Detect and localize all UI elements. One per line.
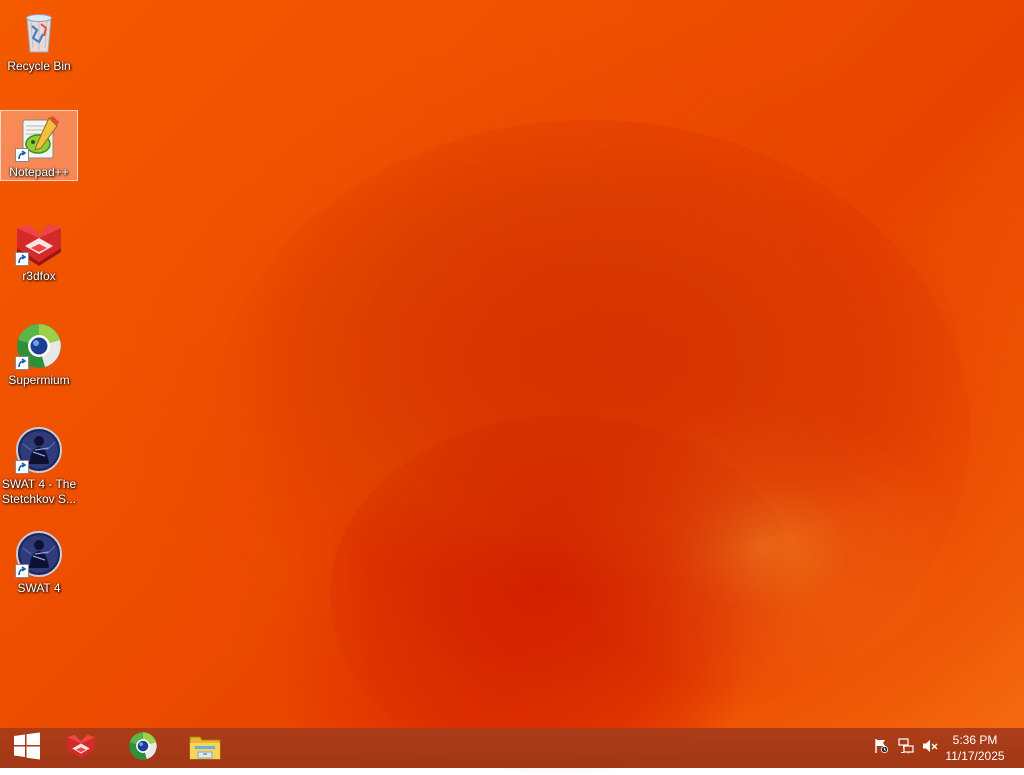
desktop-icon-supermium[interactable]: Supermium [0,318,78,389]
shortcut-arrow-icon [15,460,29,474]
network-button[interactable] [897,737,915,759]
desktop-icon-notepadpp[interactable]: Notepad++ [0,110,78,181]
desktop-icon-swat4[interactable]: SWAT 4 [0,526,78,597]
desktop-icon-label: SWAT 4 - The Stetchkov S... [1,477,77,506]
desktop-icon-label: Notepad++ [9,165,69,179]
notepadpp-icon [15,114,63,162]
network-icon [898,737,914,759]
supermium-icon [128,731,158,766]
r3dfox-icon [15,218,63,266]
desktop-icon-swat4-stetchkov[interactable]: SWAT 4 - The Stetchkov S... [0,422,78,508]
swat4-icon [15,426,63,474]
desktop-icon-label: Recycle Bin [7,59,71,73]
taskbar: 5:36 PM 11/17/2025 [0,728,1024,768]
start-button[interactable] [0,728,54,768]
file-explorer-icon [189,731,221,766]
desktop-icon-label: SWAT 4 [17,581,61,595]
desktop-wallpaper[interactable]: Recycle Bin Notepad++ r3dfox Supermium S… [0,0,1024,775]
shortcut-arrow-icon [15,356,29,370]
recycle-bin-icon [15,8,63,56]
r3dfox-icon [64,731,98,766]
windows-logo-icon [13,732,41,765]
volume-muted-icon [922,738,938,759]
clock-time: 5:36 PM [952,733,998,747]
action-center-flag-icon [873,738,889,759]
desktop-icon-label: r3dfox [22,269,56,283]
desktop-icon-r3dfox[interactable]: r3dfox [0,214,78,285]
desktop-icon-label: Supermium [8,373,70,387]
taskbar-clock[interactable]: 5:36 PM 11/17/2025 [940,732,1010,764]
shortcut-arrow-icon [15,564,29,578]
action-center-button[interactable] [872,738,890,759]
desktop-icon-recycle-bin[interactable]: Recycle Bin [0,4,78,75]
taskbar-pinned-r3dfox[interactable] [54,728,108,768]
wallpaper-swirl [330,415,800,775]
clock-date: 11/17/2025 [945,749,1005,763]
supermium-icon [15,322,63,370]
taskbar-pinned-supermium[interactable] [116,728,170,768]
volume-button[interactable] [921,738,939,759]
shortcut-arrow-icon [15,148,29,162]
swat4-icon [15,530,63,578]
shortcut-arrow-icon [15,252,29,266]
taskbar-pinned-file-explorer[interactable] [178,728,232,768]
